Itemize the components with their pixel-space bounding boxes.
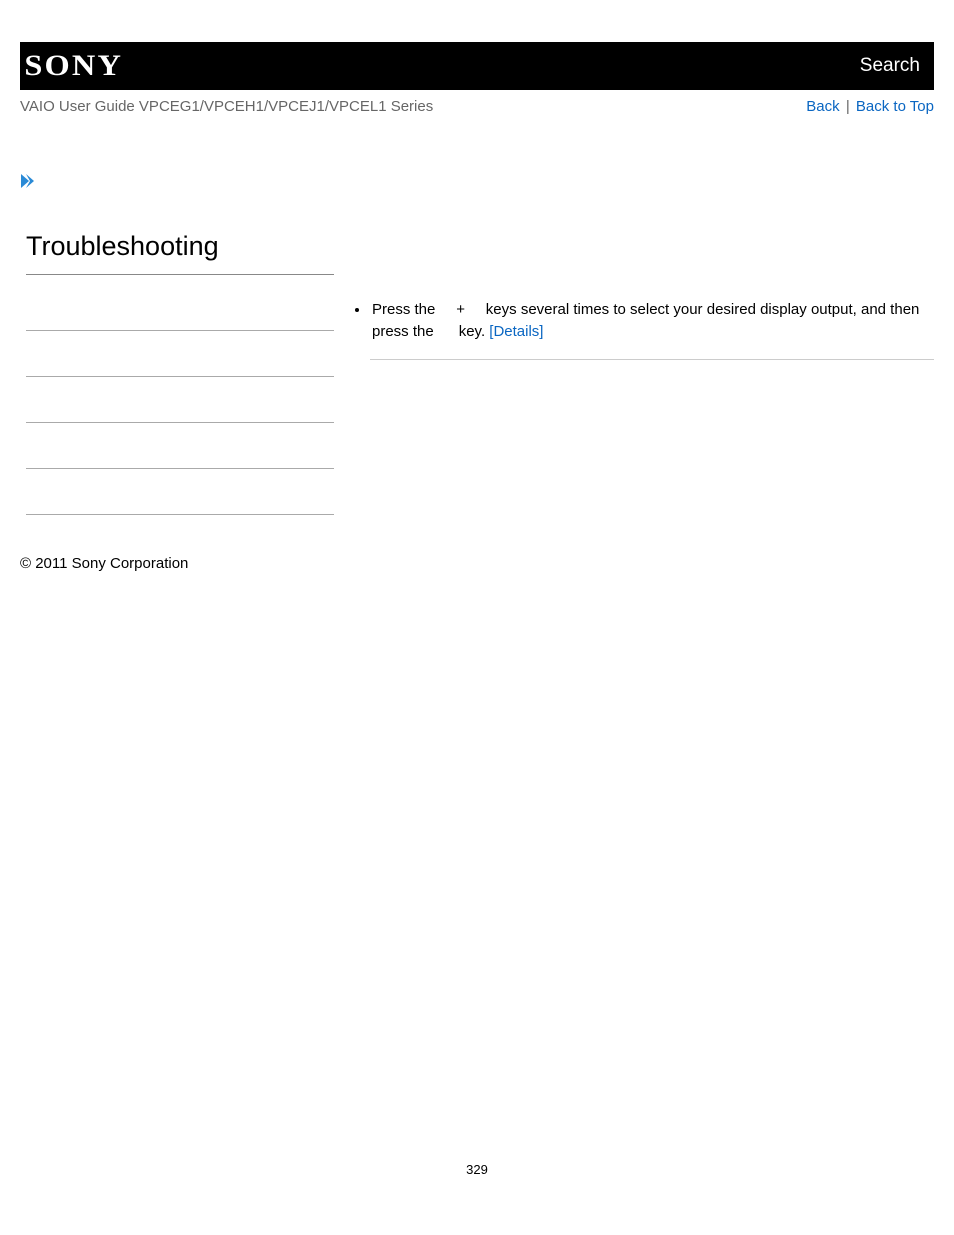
bullet-text-3: key. — [455, 323, 490, 340]
back-link[interactable]: Back — [806, 98, 839, 115]
back-to-top-link[interactable]: Back to Top — [856, 98, 934, 115]
chevron-right-icon — [20, 173, 954, 189]
sidebar — [26, 285, 334, 515]
copyright-footer: © 2011 Sony Corporation — [20, 555, 954, 572]
separator: | — [846, 98, 850, 115]
sub-header-bar: VAIO User Guide VPCEG1/VPCEH1/VPCEJ1/VPC… — [20, 98, 934, 115]
search-link[interactable]: Search — [860, 55, 920, 77]
top-header-bar: SONY Search — [20, 42, 934, 90]
content-bullet: Press the + keys several times to select… — [370, 299, 930, 343]
page-heading: Troubleshooting — [26, 231, 334, 275]
nav-links: Back | Back to Top — [806, 98, 934, 115]
content-area: Press the + keys several times to select… — [334, 275, 934, 515]
sidebar-item[interactable] — [26, 469, 334, 515]
sidebar-item[interactable] — [26, 285, 334, 331]
bullet-plus: + — [456, 301, 465, 318]
page-number: 329 — [0, 1162, 954, 1177]
guide-title: VAIO User Guide VPCEG1/VPCEH1/VPCEJ1/VPC… — [20, 98, 433, 115]
chevron-row — [20, 173, 954, 189]
sony-logo: SONY — [24, 49, 123, 83]
bullet-text-1: Press the — [372, 301, 440, 318]
sidebar-item[interactable] — [26, 377, 334, 423]
sidebar-item[interactable] — [26, 331, 334, 377]
sidebar-item[interactable] — [26, 423, 334, 469]
details-link[interactable]: [Details] — [489, 323, 543, 340]
